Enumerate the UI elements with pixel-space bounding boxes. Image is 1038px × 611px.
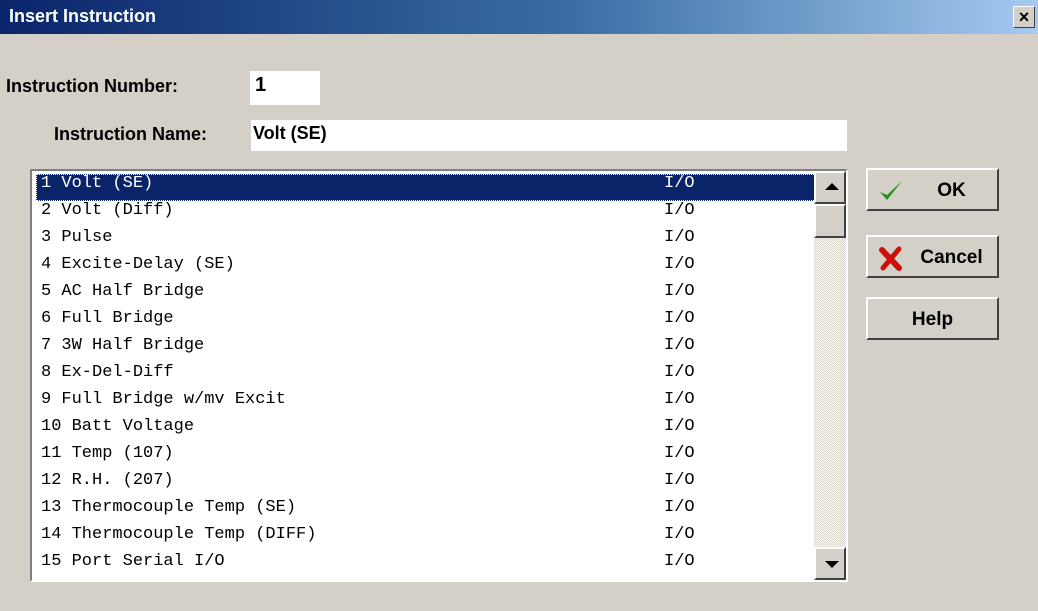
- instruction-list[interactable]: 1 Volt (SE) I/O 2 Volt (Diff) I/O 3 Pulse I/O…: [30, 169, 848, 582]
- close-icon: ×: [1018, 7, 1030, 27]
- list-item[interactable]: 9 Full Bridge w/mv Excit I/O: [36, 390, 816, 417]
- instruction-name: 13 Thermocouple Temp (SE): [41, 498, 297, 517]
- list-item[interactable]: 1 Volt (SE) I/O: [36, 174, 816, 201]
- checkmark-icon: [880, 181, 902, 200]
- instruction-name: 8 Ex-Del-Diff: [41, 363, 174, 382]
- list-item[interactable]: 14 Thermocouple Temp (DIFF) I/O: [36, 525, 816, 552]
- list-item[interactable]: 8 Ex-Del-Diff I/O: [36, 363, 816, 390]
- instruction-name: 12 R.H. (207): [41, 471, 174, 490]
- instruction-category: I/O: [664, 444, 695, 463]
- arrow-down-icon: [825, 561, 839, 568]
- list-item[interactable]: 7 3W Half Bridge I/O: [36, 336, 816, 363]
- instruction-category: I/O: [664, 336, 695, 355]
- x-icon: [879, 246, 902, 271]
- instruction-number-field[interactable]: 1: [250, 71, 320, 105]
- window-title: Insert Instruction: [9, 6, 157, 26]
- list-item[interactable]: 10 Batt Voltage I/O: [36, 417, 816, 444]
- instruction-category: I/O: [664, 282, 695, 301]
- instruction-category: I/O: [664, 390, 695, 409]
- list-item[interactable]: 12 R.H. (207) I/O: [36, 471, 816, 498]
- instruction-name-field[interactable]: Volt (SE): [251, 120, 847, 151]
- instruction-name: 3 Pulse: [41, 228, 113, 247]
- ok-button[interactable]: OK: [866, 168, 999, 211]
- list-item[interactable]: 11 Temp (107) I/O: [36, 444, 816, 471]
- list-item[interactable]: 4 Excite-Delay (SE) I/O: [36, 255, 816, 282]
- instruction-name: 6 Full Bridge: [41, 309, 174, 328]
- list-item[interactable]: 13 Thermocouple Temp (SE) I/O: [36, 498, 816, 525]
- list-item[interactable]: 6 Full Bridge I/O: [36, 309, 816, 336]
- instruction-name: 15 Port Serial I/O: [41, 552, 225, 571]
- instruction-category: I/O: [664, 228, 695, 247]
- instruction-name: 10 Batt Voltage: [41, 417, 195, 436]
- instruction-category: I/O: [664, 255, 695, 274]
- instruction-category: I/O: [664, 363, 695, 382]
- instruction-category: I/O: [664, 417, 695, 436]
- scroll-down-button[interactable]: [814, 547, 846, 580]
- instruction-name: 4 Excite-Delay (SE): [41, 255, 235, 274]
- instruction-category: I/O: [664, 552, 695, 571]
- cancel-button[interactable]: Cancel: [866, 235, 999, 278]
- instruction-category: I/O: [664, 174, 695, 193]
- list-item[interactable]: 15 Port Serial I/O I/O: [36, 552, 816, 579]
- instruction-name: 7 3W Half Bridge: [41, 336, 205, 355]
- instruction-category: I/O: [664, 498, 695, 517]
- instruction-name: 5 AC Half Bridge: [41, 282, 205, 301]
- cancel-button-label: Cancel: [920, 247, 983, 268]
- ok-button-label: OK: [937, 180, 966, 201]
- instruction-name: 2 Volt (Diff): [41, 201, 174, 220]
- instruction-name-label: Instruction Name:: [54, 124, 208, 144]
- list-item[interactable]: 2 Volt (Diff) I/O: [36, 201, 816, 228]
- instruction-category: I/O: [664, 309, 695, 328]
- list-item[interactable]: 3 Pulse I/O: [36, 228, 816, 255]
- scroll-up-button[interactable]: [814, 171, 846, 204]
- help-button-label: Help: [911, 309, 954, 330]
- arrow-up-icon: [825, 183, 839, 190]
- instruction-name: 14 Thermocouple Temp (DIFF): [41, 525, 317, 544]
- instruction-category: I/O: [664, 525, 695, 544]
- instruction-category: I/O: [664, 471, 695, 490]
- close-button[interactable]: ×: [1013, 6, 1035, 28]
- list-item[interactable]: 5 AC Half Bridge I/O: [36, 282, 816, 309]
- instruction-name: 11 Temp (107): [41, 444, 174, 463]
- help-button[interactable]: Help: [866, 297, 999, 340]
- instruction-list-items: 1 Volt (SE) I/O 2 Volt (Diff) I/O 3 Pulse I/O…: [36, 174, 816, 579]
- scroll-thumb[interactable]: [814, 204, 846, 238]
- instruction-name: 9 Full Bridge w/mv Excit: [41, 390, 286, 409]
- instruction-name: 1 Volt (SE): [41, 174, 154, 193]
- instruction-category: I/O: [664, 201, 695, 220]
- title-bar: Insert Instruction ×: [0, 0, 1038, 35]
- list-scrollbar[interactable]: [814, 171, 846, 580]
- instruction-number-label: Instruction Number:: [6, 76, 179, 96]
